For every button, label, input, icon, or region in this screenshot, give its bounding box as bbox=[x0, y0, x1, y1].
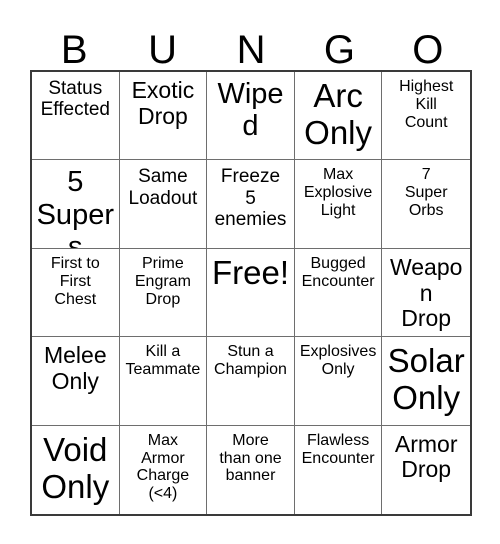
bingo-cell[interactable]: Stun a Champion bbox=[207, 337, 295, 426]
bingo-cell[interactable]: Bugged Encounter bbox=[294, 248, 383, 338]
bingo-cell-label: More than one banner bbox=[219, 431, 282, 485]
bingo-cell[interactable]: 7 Super Orbs bbox=[382, 160, 470, 249]
bingo-header-letter-u: U bbox=[148, 28, 178, 72]
bingo-cell-label: Melee Only bbox=[43, 342, 107, 394]
bingo-cell[interactable]: Weapon Drop bbox=[382, 249, 470, 338]
bingo-cell-label: Arc Only bbox=[304, 77, 373, 151]
bingo-cell-label: Flawless Encounter bbox=[301, 431, 375, 467]
bingo-cell-label: Status Effected bbox=[40, 78, 110, 121]
bingo-cell-label: Explosives Only bbox=[299, 343, 377, 379]
bingo-cell-label: Max Explosive Light bbox=[303, 166, 373, 220]
bingo-cell-label: Stun a Champion bbox=[214, 343, 287, 379]
bingo-header-row: B U N G O bbox=[30, 18, 472, 70]
bingo-cell-label: Solar Only bbox=[387, 342, 465, 417]
bingo-cell-label: Prime Engram Drop bbox=[134, 254, 191, 308]
bingo-cell[interactable]: Melee Only bbox=[32, 337, 120, 426]
bingo-cell[interactable]: Void Only bbox=[32, 425, 120, 514]
bingo-cell[interactable]: Exotic Drop bbox=[119, 72, 208, 161]
bingo-cell[interactable]: Max Armor Charge (<4) bbox=[120, 425, 208, 514]
bingo-cell-label: Bugged Encounter bbox=[301, 254, 375, 290]
bingo-cell-label: Kill a Teammate bbox=[125, 343, 201, 379]
bingo-grid: Status Effected Exotic Drop Wiped Arc On… bbox=[30, 70, 472, 516]
bingo-cell[interactable]: Prime Engram Drop bbox=[119, 248, 208, 338]
bingo-cell-label: Freeze 5 enemies bbox=[214, 166, 287, 230]
bingo-card: B U N G O Status Effected Exotic Drop Wi… bbox=[0, 0, 500, 544]
bingo-cell-label: First to First Chest bbox=[50, 254, 100, 308]
bingo-cell-label: Max Armor Charge (<4) bbox=[136, 431, 190, 503]
bingo-cell[interactable]: Arc Only bbox=[294, 72, 383, 161]
bingo-cell-label: Wiped bbox=[217, 78, 284, 143]
bingo-cell-label: Highest Kill Count bbox=[399, 78, 454, 131]
bingo-cell[interactable]: Same Loadout bbox=[119, 160, 208, 249]
bingo-cell[interactable]: Status Effected bbox=[32, 72, 120, 161]
bingo-cell[interactable]: Solar Only bbox=[382, 337, 470, 426]
bingo-header-letter-o: O bbox=[412, 28, 444, 72]
bingo-cell[interactable]: Armor Drop bbox=[382, 426, 470, 514]
bingo-cell[interactable]: Highest Kill Count bbox=[382, 72, 470, 161]
bingo-cell[interactable]: Freeze 5 enemies bbox=[207, 160, 295, 249]
bingo-cell-label: Exotic Drop bbox=[131, 77, 195, 129]
bingo-cell[interactable]: 5 Supers bbox=[32, 160, 120, 249]
bingo-header-letter-n: N bbox=[236, 28, 266, 72]
bingo-cell-label: Free! bbox=[211, 253, 289, 291]
bingo-cell[interactable]: First to First Chest bbox=[32, 248, 120, 338]
bingo-cell-label: Void Only bbox=[41, 430, 110, 505]
bingo-header-letter-b: B bbox=[60, 28, 88, 72]
bingo-cell-label: Same Loadout bbox=[128, 166, 198, 209]
bingo-header-letter-g: G bbox=[323, 28, 355, 72]
bingo-cell[interactable]: Kill a Teammate bbox=[119, 337, 208, 426]
bingo-cell[interactable]: Max Explosive Light bbox=[294, 160, 383, 249]
bingo-cell-label: 7 Super Orbs bbox=[404, 166, 448, 220]
bingo-cell[interactable]: Wiped bbox=[207, 72, 295, 161]
bingo-cell[interactable]: Explosives Only bbox=[294, 337, 383, 426]
bingo-cell-free[interactable]: Free! bbox=[207, 248, 295, 338]
bingo-cell-label: 5 Supers bbox=[36, 166, 114, 249]
bingo-cell-label: Armor Drop bbox=[394, 430, 458, 483]
bingo-cell[interactable]: Flawless Encounter bbox=[295, 425, 383, 514]
bingo-cell[interactable]: More than one banner bbox=[207, 425, 295, 514]
bingo-cell-label: Weapon Drop bbox=[389, 253, 463, 332]
